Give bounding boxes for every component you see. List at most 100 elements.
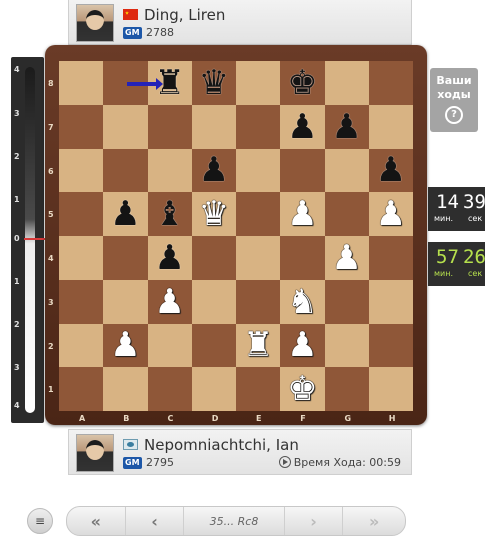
square-c3[interactable]: ♟	[147, 279, 192, 324]
menu-button[interactable]: ≡	[27, 508, 53, 534]
eval-tick: 4	[14, 401, 20, 410]
white-pawn-icon[interactable]: ♟	[325, 236, 369, 280]
last-move-button[interactable]: »	[343, 507, 405, 535]
square-h8[interactable]	[368, 61, 413, 105]
square-g8[interactable]	[324, 61, 369, 105]
square-b1[interactable]	[103, 367, 148, 411]
square-f1[interactable]: ♚	[280, 367, 325, 411]
square-f8[interactable]: ♚	[280, 61, 325, 105]
square-e2[interactable]: ♜	[236, 323, 281, 368]
rank-label: 7	[48, 122, 54, 132]
square-e7[interactable]	[236, 104, 281, 149]
next-move-button[interactable]: ›	[285, 507, 344, 535]
white-pawn-icon[interactable]: ♟	[369, 192, 413, 236]
square-g4[interactable]: ♟	[324, 236, 369, 280]
square-a5[interactable]	[59, 192, 104, 236]
square-c1[interactable]	[147, 367, 192, 411]
square-b3[interactable]	[103, 279, 148, 324]
black-king-icon[interactable]: ♚	[280, 61, 324, 105]
square-a7[interactable]	[59, 104, 104, 149]
file-label: G	[344, 414, 352, 423]
black-pawn-icon[interactable]: ♟	[148, 236, 192, 280]
square-f7[interactable]: ♟	[280, 104, 325, 149]
square-e3[interactable]	[236, 279, 281, 324]
square-a2[interactable]	[59, 323, 104, 368]
square-d4[interactable]	[191, 236, 236, 280]
square-c5[interactable]: ♝	[147, 192, 192, 236]
white-queen-icon[interactable]: ♛	[192, 192, 236, 236]
square-f6[interactable]	[280, 148, 325, 193]
square-d1[interactable]	[191, 367, 236, 411]
white-pawn-icon[interactable]: ♟	[103, 324, 147, 368]
first-move-button[interactable]: «	[67, 507, 126, 535]
square-d8[interactable]: ♛	[191, 61, 236, 105]
square-e5[interactable]	[236, 192, 281, 236]
black-bishop-icon[interactable]: ♝	[148, 192, 192, 236]
top-player-clock: 14 39 мин. сек	[428, 187, 485, 231]
square-b6[interactable]	[103, 148, 148, 193]
square-f2[interactable]: ♟	[280, 323, 325, 368]
square-c2[interactable]	[147, 323, 192, 368]
your-move-button[interactable]: Ваши ходы ?	[430, 68, 478, 132]
square-b2[interactable]: ♟	[103, 323, 148, 368]
chessboard[interactable]: ♜ ♛ ♚ ♟ ♟ ♟ ♟ ♟ ♝ ♛ ♟ ♟ ♟ ♟ ♟ ♞ ♟ ♜ ♟ ♚	[59, 61, 413, 411]
square-h1[interactable]	[368, 367, 413, 411]
white-pawn-icon[interactable]: ♟	[280, 324, 324, 368]
square-d5[interactable]: ♛	[191, 192, 236, 236]
square-c6[interactable]	[147, 148, 192, 193]
square-g2[interactable]	[324, 323, 369, 368]
square-a6[interactable]	[59, 148, 104, 193]
square-f5[interactable]: ♟	[280, 192, 325, 236]
black-pawn-icon[interactable]: ♟	[192, 149, 236, 193]
rank-label: 1	[48, 385, 54, 395]
square-g6[interactable]	[324, 148, 369, 193]
square-g7[interactable]: ♟	[324, 104, 369, 149]
square-g5[interactable]	[324, 192, 369, 236]
white-knight-icon[interactable]: ♞	[280, 280, 324, 324]
square-h4[interactable]	[368, 236, 413, 280]
white-rook-icon[interactable]: ♜	[236, 324, 280, 368]
square-b4[interactable]	[103, 236, 148, 280]
previous-move-button[interactable]: ‹	[126, 507, 185, 535]
square-e8[interactable]	[236, 61, 281, 105]
square-d7[interactable]	[191, 104, 236, 149]
black-pawn-icon[interactable]: ♟	[103, 192, 147, 236]
white-pawn-icon[interactable]: ♟	[148, 280, 192, 324]
square-f4[interactable]	[280, 236, 325, 280]
square-g3[interactable]	[324, 279, 369, 324]
bottom-player-name: Nepomniachtchi, Ian	[144, 436, 299, 454]
bottom-player-rating: 2795	[146, 456, 174, 469]
square-h3[interactable]	[368, 279, 413, 324]
eval-tick: 0	[14, 234, 20, 243]
white-pawn-icon[interactable]: ♟	[280, 192, 324, 236]
black-pawn-icon[interactable]: ♟	[369, 149, 413, 193]
square-d2[interactable]	[191, 323, 236, 368]
square-e1[interactable]	[236, 367, 281, 411]
square-h6[interactable]: ♟	[368, 148, 413, 193]
square-e4[interactable]	[236, 236, 281, 280]
square-c4[interactable]: ♟	[147, 236, 192, 280]
square-a4[interactable]	[59, 236, 104, 280]
current-move-label[interactable]: 35... Rc8	[184, 507, 285, 535]
square-h5[interactable]: ♟	[368, 192, 413, 236]
square-c7[interactable]	[147, 104, 192, 149]
square-a1[interactable]	[59, 367, 104, 411]
square-a8[interactable]	[59, 61, 104, 105]
square-b5[interactable]: ♟	[103, 192, 148, 236]
black-pawn-icon[interactable]: ♟	[325, 105, 369, 149]
square-b7[interactable]	[103, 104, 148, 149]
square-h7[interactable]	[368, 104, 413, 149]
square-d3[interactable]	[191, 279, 236, 324]
square-h2[interactable]	[368, 323, 413, 368]
white-king-icon[interactable]: ♚	[280, 367, 324, 411]
square-g1[interactable]	[324, 367, 369, 411]
square-f3[interactable]: ♞	[280, 279, 325, 324]
square-a3[interactable]	[59, 279, 104, 324]
your-move-label-2: ходы	[437, 88, 471, 101]
square-d6[interactable]: ♟	[191, 148, 236, 193]
black-pawn-icon[interactable]: ♟	[280, 105, 324, 149]
black-queen-icon[interactable]: ♛	[192, 61, 236, 105]
square-e6[interactable]	[236, 148, 281, 193]
help-icon[interactable]: ?	[445, 106, 463, 124]
file-label: C	[167, 414, 174, 423]
